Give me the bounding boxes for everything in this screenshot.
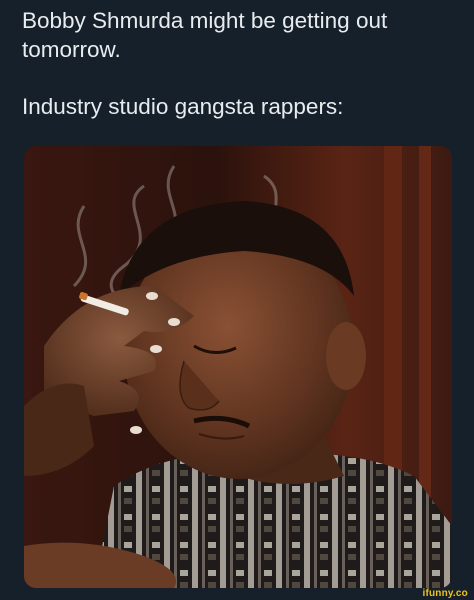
caption-line-2: Industry studio gangsta rappers: <box>22 94 344 119</box>
ifunny-watermark: ifunny.co <box>422 588 468 599</box>
caption-line-1: Bobby Shmurda might be getting out tomor… <box>22 8 388 62</box>
meme-photo <box>24 146 452 588</box>
